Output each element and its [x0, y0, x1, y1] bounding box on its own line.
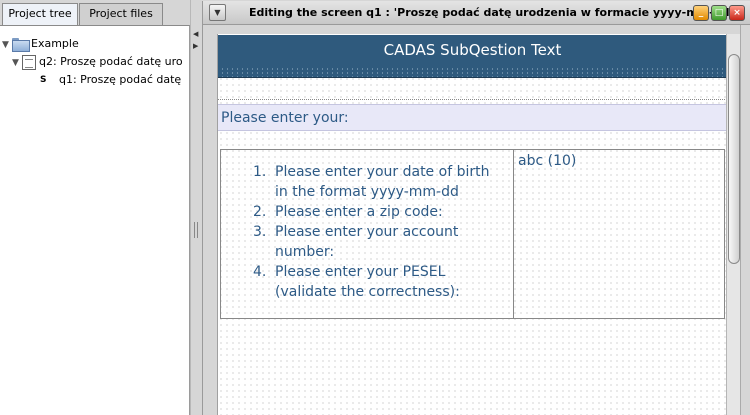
document-icon — [22, 54, 36, 70]
expand-arrow-icon[interactable]: ▼ — [2, 37, 12, 54]
tree-item-label: q2: Proszę podać datę uro — [39, 55, 183, 68]
tab-project-tree[interactable]: Project tree — [2, 3, 78, 26]
tree-item-label: Example — [31, 37, 79, 50]
question-grid[interactable]: 1. Please enter your date of birth in th… — [220, 149, 725, 319]
subquestion-icon: S — [40, 75, 47, 85]
prompt-text: Please enter your: — [221, 110, 349, 126]
tree-item-q2[interactable]: ▼ q2: Proszę podać datę uro — [12, 53, 183, 70]
list-item[interactable]: 1. Please enter your date of birth in th… — [253, 162, 503, 202]
tree-item-example[interactable]: ▼ Example — [2, 35, 79, 52]
collapse-right-icon[interactable]: ▶ — [193, 42, 198, 50]
collapse-left-icon[interactable]: ◀ — [193, 30, 198, 38]
maximize-button[interactable]: □ — [711, 5, 727, 21]
folder-icon — [12, 38, 30, 52]
grid-divider — [513, 150, 514, 318]
tree-item-label: q1: Proszę podać datę — [59, 73, 182, 86]
panel-tabs: Project tree Project files — [0, 3, 190, 26]
maximize-icon: □ — [714, 8, 724, 18]
close-button[interactable]: × — [729, 5, 745, 21]
screen-canvas[interactable]: CADAS SubQestion Text Please enter your:… — [217, 34, 727, 415]
vertical-scrollbar[interactable] — [726, 34, 740, 415]
left-panel: Project tree Project files ▼ Example ▼ q2:… — [0, 0, 190, 415]
project-tree: ▼ Example ▼ q2: Proszę podać datę uro Sq1:… — [0, 25, 190, 415]
list-item[interactable]: 4. Please enter your PESEL (validate the… — [253, 262, 503, 302]
panel-splitter[interactable]: ◀ ▶ — [190, 0, 202, 415]
list-item[interactable]: 2. Please enter a zip code: — [253, 202, 503, 222]
app-root: Project tree Project files ▼ Example ▼ q2:… — [0, 0, 750, 415]
editor-window: ▼ Editing the screen q1 : 'Proszę podać … — [202, 1, 750, 415]
spacer-row[interactable] — [218, 78, 727, 100]
tab-project-files[interactable]: Project files — [79, 3, 163, 25]
header-band[interactable]: CADAS SubQestion Text — [218, 35, 727, 78]
close-icon: × — [733, 8, 741, 18]
minimize-button[interactable]: _ — [693, 5, 709, 21]
header-text: CADAS SubQestion Text — [383, 41, 562, 59]
scrollbar-thumb[interactable] — [728, 54, 740, 264]
window-edge-scrollbar[interactable] — [740, 25, 750, 415]
chevron-down-icon: ▼ — [214, 8, 221, 17]
tree-item-q1[interactable]: Sq1: Proszę podać datę — [40, 71, 181, 88]
expand-arrow-icon[interactable]: ▼ — [12, 55, 22, 72]
window-menu-button[interactable]: ▼ — [209, 4, 226, 21]
splitter-grip[interactable] — [194, 222, 198, 238]
window-title: Editing the screen q1 : 'Proszę podać da… — [249, 6, 733, 19]
minimize-icon: _ — [698, 8, 704, 18]
list-item[interactable]: 3. Please enter your account number: — [253, 222, 503, 262]
prompt-row[interactable]: Please enter your: — [218, 104, 727, 131]
question-list: 1. Please enter your date of birth in th… — [253, 162, 503, 302]
window-titlebar[interactable]: ▼ Editing the screen q1 : 'Proszę podać … — [203, 1, 750, 25]
header-grid — [220, 67, 725, 77]
answer-field[interactable]: abc (10) — [518, 153, 576, 169]
